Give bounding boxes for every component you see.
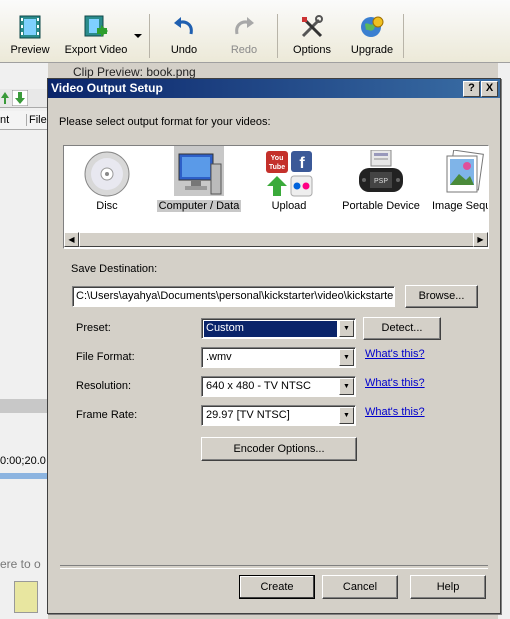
scroll-right-arrow-icon[interactable]: ▶ — [473, 232, 488, 247]
computer-icon — [178, 153, 222, 195]
encoder-options-button[interactable]: Encoder Options... — [201, 437, 357, 461]
detect-button[interactable]: Detect... — [363, 317, 441, 340]
preview-button[interactable]: Preview — [2, 0, 58, 62]
resolution-select[interactable]: 640 x 480 - TV NTSC ▼ — [201, 376, 356, 397]
timeline-ruler — [0, 399, 48, 413]
resolution-value: 640 x 480 - TV NTSC — [206, 380, 311, 392]
format-computer-label: Computer / Data — [156, 200, 242, 212]
disc-icon — [84, 151, 130, 197]
format-upload[interactable]: You Tube f Upload — [254, 146, 324, 232]
column-header-name[interactable]: nt — [0, 114, 9, 126]
format-upload-label: Upload — [271, 200, 307, 212]
save-destination-field[interactable]: C:\Users\ayahya\Documents\personal\kicks… — [72, 286, 395, 307]
export-video-button[interactable]: Export Video — [62, 0, 130, 62]
save-destination-label: Save Destination: — [71, 263, 158, 275]
create-button[interactable]: Create — [239, 575, 315, 599]
frame-rate-whats-this-link[interactable]: What's this? — [365, 406, 425, 418]
redo-label: Redo — [230, 44, 258, 56]
export-video-dropdown[interactable] — [132, 0, 144, 62]
help-button[interactable]: Help — [410, 575, 486, 599]
file-format-value: .wmv — [206, 351, 232, 363]
clip-thumbnail[interactable] — [14, 581, 38, 613]
film-preview-icon — [19, 15, 41, 39]
format-portable-label: Portable Device — [342, 200, 420, 212]
toolbar-separator — [277, 14, 278, 58]
frame-rate-label: Frame Rate: — [76, 409, 138, 421]
clip-preview-title: Clip Preview: book.png — [73, 65, 196, 79]
close-button[interactable]: X — [481, 81, 498, 97]
format-computer-data[interactable]: Computer / Data — [154, 146, 244, 232]
redo-button[interactable]: Redo — [220, 0, 268, 62]
psp-icon: PSP — [359, 150, 403, 192]
toolbar-separator — [403, 14, 404, 58]
svg-text:PSP: PSP — [374, 178, 388, 185]
options-button[interactable]: Options — [288, 0, 336, 62]
tools-icon — [301, 15, 323, 38]
main-toolbar: Preview Export Video Undo Redo Options U… — [0, 0, 510, 63]
resolution-whats-this-link[interactable]: What's this? — [365, 377, 425, 389]
clip-toolbar — [0, 89, 48, 108]
film-export-icon — [84, 15, 108, 37]
options-label: Options — [293, 44, 331, 56]
output-format-list: Disc Computer / Data You Tube f Upload PSP… — [63, 145, 489, 249]
svg-text:You: You — [271, 155, 284, 162]
format-list-scrollbar[interactable]: ◀ ▶ — [64, 232, 488, 247]
file-format-select[interactable]: .wmv ▼ — [201, 347, 356, 368]
format-image-sequence[interactable]: Image Sequ — [430, 146, 489, 232]
timeline-track — [0, 473, 48, 479]
help-title-button[interactable]: ? — [463, 81, 480, 97]
format-image-sequence-label: Image Sequ — [432, 200, 489, 212]
frame-rate-value: 29.97 [TV NTSC] — [206, 409, 290, 421]
chevron-down-icon[interactable]: ▼ — [339, 378, 354, 395]
timeline-timecode: 0:00;20.0 — [0, 455, 46, 467]
arrow-up-icon[interactable] — [0, 90, 10, 106]
upload-icon: You Tube f — [266, 151, 313, 197]
dialog-titlebar[interactable]: Video Output Setup ? X — [48, 79, 500, 98]
toolbar-separator — [149, 14, 150, 58]
upgrade-label: Upgrade — [350, 44, 394, 56]
dialog-separator — [60, 565, 488, 569]
upgrade-button[interactable]: Upgrade — [345, 0, 399, 62]
format-instruction: Please select output format for your vid… — [59, 116, 271, 128]
export-video-label: Export Video — [64, 44, 128, 56]
undo-button[interactable]: Undo — [160, 0, 208, 62]
chevron-down-icon[interactable]: ▼ — [339, 349, 354, 366]
globe-upgrade-icon — [361, 16, 384, 37]
dialog-title: Video Output Setup — [51, 81, 163, 95]
undo-icon — [174, 17, 193, 35]
chevron-down-icon[interactable]: ▼ — [339, 320, 354, 337]
column-header-file[interactable]: File — [26, 114, 47, 126]
resolution-label: Resolution: — [76, 380, 132, 392]
scroll-left-arrow-icon[interactable]: ◀ — [64, 232, 79, 247]
left-background-panel: nt File 0:00;20.0 ere to o — [0, 63, 48, 619]
image-sequence-icon — [446, 150, 484, 193]
preset-value: Custom — [204, 321, 337, 337]
file-format-label: File Format: — [76, 351, 135, 363]
chevron-down-icon[interactable]: ▼ — [339, 407, 354, 424]
redo-icon — [235, 17, 254, 35]
preset-select[interactable]: Custom ▼ — [201, 318, 356, 339]
cancel-button[interactable]: Cancel — [322, 575, 398, 599]
file-format-whats-this-link[interactable]: What's this? — [365, 348, 425, 360]
preset-label: Preset: — [76, 322, 111, 334]
scrollbar-thumb[interactable] — [79, 232, 474, 247]
drag-hint-text: ere to o — [0, 557, 41, 571]
video-output-setup-dialog: Video Output Setup ? X Please select out… — [47, 78, 501, 614]
format-portable-device[interactable]: PSP Portable Device — [336, 146, 426, 232]
format-disc[interactable]: Disc — [72, 146, 142, 232]
browse-button[interactable]: Browse... — [405, 285, 478, 308]
file-list-header: nt File — [0, 111, 48, 130]
frame-rate-select[interactable]: 29.97 [TV NTSC] ▼ — [201, 405, 356, 426]
arrow-down-icon[interactable] — [12, 90, 28, 106]
svg-text:f: f — [299, 155, 305, 172]
undo-label: Undo — [170, 44, 198, 56]
preview-label: Preview — [10, 44, 50, 56]
format-disc-label: Disc — [96, 200, 118, 212]
chevron-down-icon — [134, 34, 142, 38]
svg-text:Tube: Tube — [269, 164, 285, 171]
